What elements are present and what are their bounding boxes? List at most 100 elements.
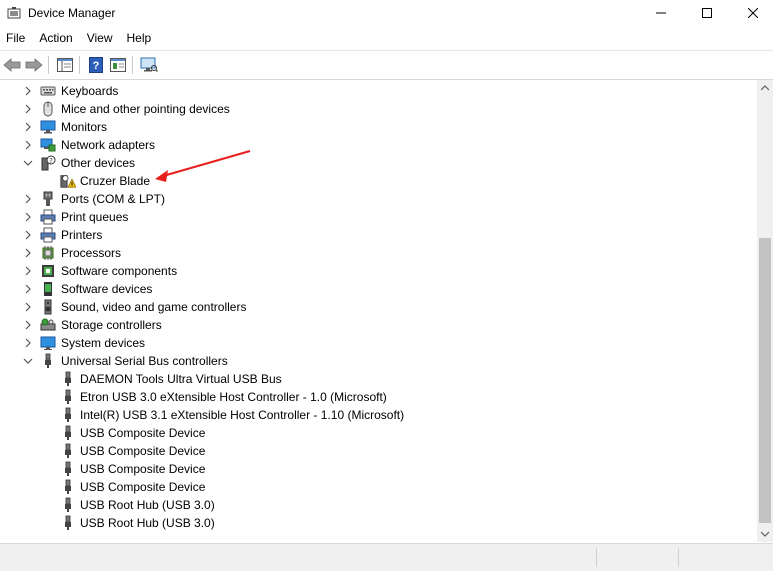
title-bar: Device Manager <box>0 0 773 26</box>
usb-icon <box>60 425 76 441</box>
menu-view[interactable]: View <box>80 27 120 49</box>
tree-item[interactable]: USB Composite Device <box>0 442 756 460</box>
chevron-right-icon <box>25 266 31 276</box>
printer-icon <box>40 227 56 243</box>
tree-item-label: Ports (COM & LPT) <box>61 192 166 206</box>
tree-item-label: Universal Serial Bus controllers <box>61 354 228 368</box>
expand-toggle[interactable] <box>23 248 33 258</box>
collapse-toggle[interactable] <box>23 158 33 168</box>
status-bar <box>0 543 773 571</box>
usb-icon <box>60 497 76 513</box>
tree-item[interactable]: USB Root Hub (USB 3.0) <box>0 514 756 532</box>
chevron-right-icon <box>25 284 31 294</box>
tree-item[interactable]: Printers <box>0 226 756 244</box>
usb-icon <box>60 443 76 459</box>
menu-action[interactable]: Action <box>32 27 79 49</box>
tree-item-label: Network adapters <box>61 138 156 152</box>
menu-help[interactable]: Help <box>120 27 159 49</box>
tree-item-label: Other devices <box>61 156 136 170</box>
tree-item-label: USB Root Hub (USB 3.0) <box>80 516 215 530</box>
scroll-down-button[interactable] <box>757 526 773 542</box>
chevron-right-icon <box>25 338 31 348</box>
menu-file[interactable]: File <box>0 27 32 49</box>
tree-item[interactable]: Universal Serial Bus controllers <box>0 352 756 370</box>
tree-item[interactable]: USB Root Hub (USB 3.0) <box>0 496 756 514</box>
monitor-icon <box>40 119 56 135</box>
tree-item-label: Printers <box>61 228 103 242</box>
tree-item-label: USB Composite Device <box>80 426 206 440</box>
minimize-button[interactable] <box>638 0 684 26</box>
tree-item[interactable]: Sound, video and game controllers <box>0 298 756 316</box>
scrollbar-thumb[interactable] <box>759 238 771 523</box>
vertical-scrollbar[interactable] <box>757 80 773 542</box>
back-button[interactable] <box>2 55 22 75</box>
chevron-right-icon <box>25 104 31 114</box>
help-button[interactable]: ? <box>86 55 106 75</box>
show-hide-console-tree-button[interactable] <box>55 55 75 75</box>
collapse-toggle[interactable] <box>23 356 33 366</box>
tree-item[interactable]: Mice and other pointing devices <box>0 100 756 118</box>
tree-item[interactable]: Network adapters <box>0 136 756 154</box>
expand-toggle[interactable] <box>23 212 33 222</box>
usb-icon <box>60 479 76 495</box>
processor-icon <box>40 245 56 261</box>
tree-item[interactable]: Software components <box>0 262 756 280</box>
tree-item[interactable]: USB Composite Device <box>0 460 756 478</box>
tree-item[interactable]: ? Other devices <box>0 154 756 172</box>
tree-item[interactable]: USB Composite Device <box>0 478 756 496</box>
chevron-right-icon <box>25 248 31 258</box>
tree-item[interactable]: Print queues <box>0 208 756 226</box>
close-button[interactable] <box>730 0 773 26</box>
tree-item[interactable]: Intel(R) USB 3.1 eXtensible Host Control… <box>0 406 756 424</box>
tree-item[interactable]: Monitors <box>0 118 756 136</box>
tree-item-label: DAEMON Tools Ultra Virtual USB Bus <box>80 372 282 386</box>
expand-toggle[interactable] <box>23 194 33 204</box>
tree-item-label: Intel(R) USB 3.1 eXtensible Host Control… <box>80 408 405 422</box>
tree-item-label: Processors <box>61 246 122 260</box>
tree-item[interactable]: Processors <box>0 244 756 262</box>
expand-toggle[interactable] <box>23 320 33 330</box>
tree-item[interactable]: DAEMON Tools Ultra Virtual USB Bus <box>0 370 756 388</box>
expand-toggle[interactable] <box>23 302 33 312</box>
expand-toggle[interactable] <box>23 140 33 150</box>
expand-toggle[interactable] <box>23 122 33 132</box>
properties-button[interactable] <box>108 55 128 75</box>
forward-button[interactable] <box>24 55 44 75</box>
tree-item[interactable]: Ports (COM & LPT) <box>0 190 756 208</box>
system-device-icon <box>40 335 56 351</box>
expand-toggle[interactable] <box>23 86 33 96</box>
tree-item-label: Software devices <box>61 282 153 296</box>
maximize-button[interactable] <box>684 0 730 26</box>
expand-toggle[interactable] <box>23 266 33 276</box>
tree-item-label: Mice and other pointing devices <box>61 102 230 116</box>
expand-toggle[interactable] <box>23 230 33 240</box>
tree-item-label: Sound, video and game controllers <box>61 300 247 314</box>
scan-hardware-monitor-icon <box>140 57 158 72</box>
scan-hardware-button[interactable] <box>139 55 159 75</box>
tree-item[interactable]: Etron USB 3.0 eXtensible Host Controller… <box>0 388 756 406</box>
chevron-up-icon <box>761 85 769 91</box>
expand-toggle[interactable] <box>23 104 33 114</box>
tree-item[interactable]: System devices <box>0 334 756 352</box>
forward-arrow-icon <box>25 58 43 72</box>
tree-item[interactable]: Cruzer Blade <box>0 172 756 190</box>
tree-item[interactable]: Keyboards <box>0 82 756 100</box>
toolbar: ? <box>0 50 773 80</box>
printer-icon <box>40 209 56 225</box>
port-icon <box>40 191 56 207</box>
unknown-device-icon: ? <box>40 155 56 171</box>
tree-item[interactable]: Storage controllers <box>0 316 756 334</box>
chevron-down-icon <box>23 160 33 166</box>
expand-toggle[interactable] <box>23 284 33 294</box>
scroll-up-button[interactable] <box>757 80 773 96</box>
expand-toggle[interactable] <box>23 338 33 348</box>
tree-item[interactable]: USB Composite Device <box>0 424 756 442</box>
usb-icon <box>60 515 76 531</box>
svg-text:?: ? <box>49 157 53 165</box>
tree-item-label: Print queues <box>61 210 129 224</box>
tree-item[interactable]: Software devices <box>0 280 756 298</box>
software-device-icon <box>40 281 56 297</box>
chevron-down-icon <box>761 531 769 537</box>
chevron-right-icon <box>25 140 31 150</box>
tree-item-label: Storage controllers <box>61 318 162 332</box>
